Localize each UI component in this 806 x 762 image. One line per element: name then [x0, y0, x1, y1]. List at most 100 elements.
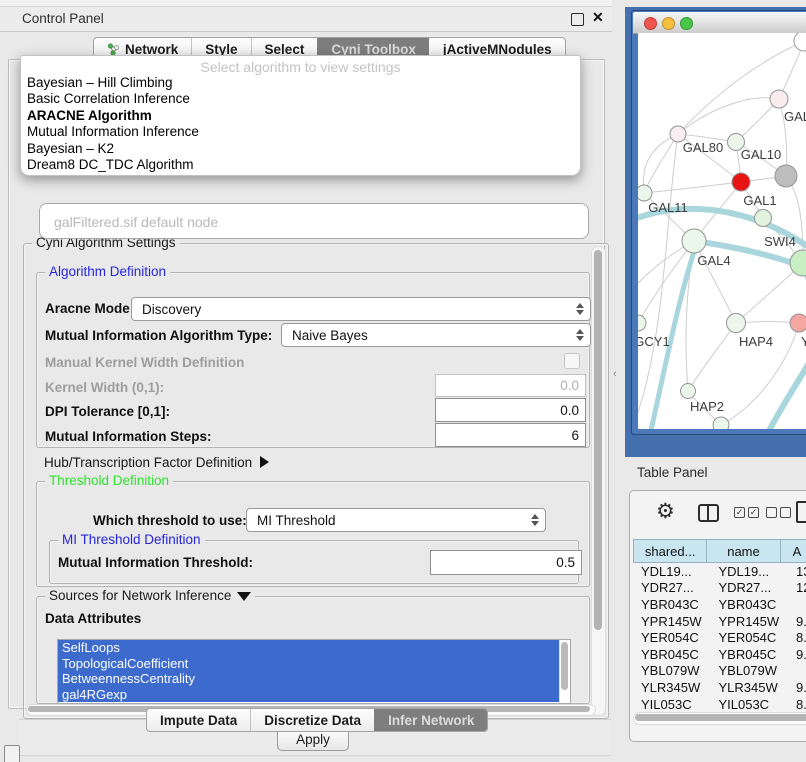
data-attribute-item[interactable]: gal4RGexp: [58, 687, 570, 703]
threshold-definition-title: Threshold Definition: [45, 473, 173, 488]
table-row[interactable]: YBR043CYBR043C: [633, 596, 806, 613]
split-columns-icon[interactable]: [698, 504, 719, 522]
which-threshold-combobox[interactable]: MI Threshold: [246, 508, 546, 532]
minimized-panel-icon[interactable]: [4, 745, 20, 762]
splitter-handle[interactable]: ‹: [613, 368, 617, 380]
network-node[interactable]: [713, 417, 729, 429]
tab-infer-network[interactable]: Infer Network: [374, 709, 487, 731]
aracne-mode-combobox[interactable]: Discovery: [131, 297, 591, 321]
network-node[interactable]: [638, 185, 652, 201]
network-node[interactable]: [732, 173, 750, 191]
tab-impute-data[interactable]: Impute Data: [147, 709, 250, 731]
control-panel-titlebar: Control Panel ✕: [0, 7, 612, 32]
mac-close-icon[interactable]: [644, 17, 657, 30]
network-node[interactable]: [775, 165, 797, 187]
data-attributes-list[interactable]: SelfLoopsTopologicalCoefficientBetweenne…: [57, 639, 571, 704]
algorithm-option-bayesian-k2[interactable]: Bayesian – K2: [26, 141, 575, 157]
data-attribute-item[interactable]: TopologicalCoefficient: [58, 656, 570, 672]
column-header-shared[interactable]: shared...: [633, 539, 707, 563]
data-attribute-item[interactable]: BetweennessCentrality: [58, 671, 570, 687]
table-cell: YDR27...: [633, 580, 710, 595]
table-cell: YBR043C: [710, 597, 787, 612]
tab-label: Discretize Data: [264, 713, 361, 728]
table-panel: ⚙ ✓✓ shared...nameA YDL19...YDL19...13YD…: [629, 490, 806, 742]
close-icon[interactable]: ✕: [592, 9, 604, 26]
table-row[interactable]: YLR345WYLR345W9.: [633, 679, 806, 696]
algorithm-option-bayesian-hill-climbing[interactable]: Bayesian – Hill Climbing: [26, 75, 575, 91]
network-node[interactable]: [682, 229, 706, 253]
dropdown-placeholder: Select algorithm to view settings: [21, 59, 580, 75]
threshold-definition-group: Threshold Definition Which threshold to …: [36, 481, 590, 587]
table-row[interactable]: YDR27...YDR27...12: [633, 580, 806, 597]
table-cell: YIL053C: [633, 697, 710, 712]
table-cell: YLR345W: [633, 680, 710, 695]
cyni-algorithm-settings-group: Cyni Algorithm Settings Algorithm Defini…: [23, 243, 609, 719]
manual-kernel-checkbox[interactable]: [564, 353, 580, 369]
column-header-name[interactable]: name: [707, 539, 780, 563]
scrollbar-thumb[interactable]: [561, 642, 568, 690]
mi-threshold-field[interactable]: 0.5: [430, 550, 582, 575]
data-attribute-item[interactable]: SelfLoops: [58, 640, 570, 656]
network-node[interactable]: [790, 314, 806, 332]
application-window: Control Panel ✕ NetworkStyleSelectCyni T…: [0, 0, 806, 762]
table-row[interactable]: YBL079WYBL079W: [633, 663, 806, 680]
table-row[interactable]: YBR045CYBR045C9.: [633, 646, 806, 663]
sources-toggle[interactable]: Sources for Network Inference: [45, 588, 255, 603]
dpi-tolerance-field[interactable]: 0.0: [435, 398, 586, 422]
mi-threshold-definition-title: MI Threshold Definition: [58, 532, 205, 547]
network-node[interactable]: [681, 384, 696, 399]
algorithm-option-mutual-information-inference[interactable]: Mutual Information Inference: [26, 124, 575, 140]
algorithm-definition-title: Algorithm Definition: [45, 264, 170, 279]
column-header-a[interactable]: A: [781, 539, 806, 563]
table-row[interactable]: YIL053CYIL053C8.: [633, 696, 806, 713]
mi-steps-field[interactable]: 6: [435, 423, 586, 447]
table-row[interactable]: YPR145WYPR145W9.: [633, 613, 806, 630]
network-edge: [644, 182, 741, 193]
kernel-width-field[interactable]: 0.0: [435, 374, 586, 397]
algorithm-option-basic-correlation-inference[interactable]: Basic Correlation Inference: [26, 91, 575, 107]
node-label-gal1: GAL1: [743, 193, 776, 208]
mac-zoom-icon[interactable]: [680, 17, 693, 30]
network-node[interactable]: [794, 33, 806, 51]
scrollbar-thumb[interactable]: [594, 250, 602, 630]
network-select-combobox[interactable]: galFiltered.sif default node: [39, 203, 589, 239]
table-cell: YDL19...: [633, 564, 710, 579]
combobox-stepper-icon: [531, 514, 539, 526]
table-cell: 9.: [788, 647, 806, 662]
table-horizontal-scrollbar[interactable]: [633, 712, 806, 725]
settings-vertical-scrollbar[interactable]: [591, 246, 606, 716]
table-cell: 12: [788, 580, 806, 595]
mi-algorithm-type-combobox[interactable]: Naive Bayes: [281, 323, 591, 347]
network-node[interactable]: [638, 315, 646, 331]
scrollbar-thumb[interactable]: [635, 714, 806, 721]
sources-title: Sources for Network Inference: [49, 588, 231, 603]
algorithm-option-dream8-dc-tdc-algorithm[interactable]: Dream8 DC_TDC Algorithm: [26, 157, 575, 173]
control-panel: Control Panel ✕ NetworkStyleSelectCyni T…: [0, 7, 612, 736]
node-label-y: Y: [801, 334, 806, 349]
network-node[interactable]: [755, 210, 772, 227]
cyni-bottom-tabs: Impute Data Discretize Data Infer Network: [146, 708, 488, 732]
table-cell: YER054C: [633, 630, 710, 645]
network-node[interactable]: [727, 314, 746, 333]
float-panel-icon[interactable]: [571, 13, 584, 26]
table-cell: YPR145W: [710, 614, 787, 629]
mac-minimize-icon[interactable]: [662, 17, 675, 30]
mi-steps-label: Mutual Information Steps:: [45, 429, 212, 444]
table-cell: YBR045C: [710, 647, 787, 662]
unchecked-pair-icon[interactable]: [766, 507, 791, 518]
tab-discretize-data[interactable]: Discretize Data: [250, 709, 374, 731]
node-label-gal: GAL: [784, 109, 806, 124]
hub-definition-toggle[interactable]: Hub/Transcription Factor Definition: [44, 455, 269, 470]
node-label-gal11: GAL11: [648, 200, 688, 215]
table-row[interactable]: YER054CYER054C8.: [633, 629, 806, 646]
network-window-titlebar[interactable]: [633, 12, 806, 34]
network-canvas[interactable]: GALGAL80GAL10GAL1GAL11SWI4GAL4GCY1HAP4YH…: [638, 33, 806, 429]
list-scrollbar[interactable]: [559, 640, 570, 703]
document-icon[interactable]: [796, 501, 806, 523]
table-row[interactable]: YDL19...YDL19...13: [633, 563, 806, 580]
algorithm-option-aracne-algorithm[interactable]: ARACNE Algorithm: [26, 108, 575, 124]
network-node[interactable]: [770, 90, 788, 108]
node-label-gal4: GAL4: [697, 253, 730, 268]
checked-pair-icon[interactable]: ✓✓: [734, 507, 759, 518]
gear-icon[interactable]: ⚙: [656, 499, 675, 524]
